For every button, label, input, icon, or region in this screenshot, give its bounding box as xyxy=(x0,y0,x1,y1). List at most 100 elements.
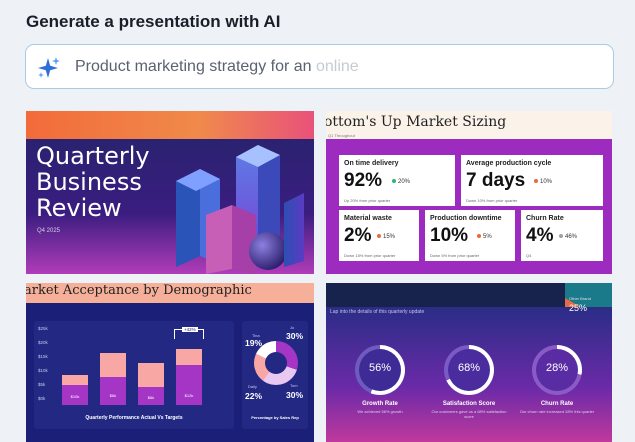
kpi-note: Down 5% from prior quarter xyxy=(430,253,480,258)
prompt-ghost-text: online xyxy=(316,58,359,75)
growth-badge: +42% xyxy=(182,327,198,332)
chart-title: Quarterly Performance Actual Vs Targets xyxy=(85,415,183,421)
ring-value: 28% xyxy=(545,362,569,374)
bar: $12k xyxy=(176,349,202,405)
bar-target xyxy=(176,349,202,365)
kpi-label: Production downtime xyxy=(430,215,502,222)
down-indicator-icon xyxy=(534,179,538,184)
card-date: Q4 2025 xyxy=(37,228,61,234)
kpi-card: On time delivery 92% 20% Up 20% from pri… xyxy=(339,155,455,206)
up-indicator-icon xyxy=(392,179,396,184)
bar-label: $6k xyxy=(147,395,155,400)
kpi-change: 10% xyxy=(534,179,552,185)
card-title-line-2: Business xyxy=(36,168,142,196)
kpi-value: 2% xyxy=(344,225,372,246)
bar-actual xyxy=(100,377,126,405)
donut-chart-panel: Tina 19% Daily 22% Jo 30% Tom 30% Percen… xyxy=(242,321,308,429)
card-title-line-3: Review xyxy=(36,194,122,222)
kpi-panel: On time delivery 92% 20% Up 20% from pri… xyxy=(326,139,612,274)
bar: $6k xyxy=(138,363,164,405)
ring-note: We achieved 56% growth xyxy=(357,409,403,414)
ring-label: Growth Rate xyxy=(362,401,398,407)
3d-shapes-illustration xyxy=(176,145,304,274)
template-card-growth-metrics[interactable]: Lap into the details of this quarterly u… xyxy=(326,283,612,442)
card-heading: arket Acceptance by Demographic xyxy=(26,283,252,298)
y-tick-label: $10k xyxy=(38,368,48,373)
card-subtitle: Lap into the details of this quarterly u… xyxy=(330,309,425,315)
card-title-line-1: Quarterly xyxy=(36,142,150,170)
kpi-change: 20% xyxy=(392,179,410,185)
donut-hole xyxy=(265,352,287,374)
kpi-change: 5% xyxy=(477,234,492,240)
card-title: Quarterly Business Review xyxy=(36,143,150,221)
card-heading: ottom's Up Market Sizing xyxy=(326,114,507,130)
kpi-change: 46% xyxy=(559,234,577,240)
down-indicator-icon xyxy=(477,234,481,239)
template-card-quarterly-review[interactable]: Quarterly Business Review Q4 2025 xyxy=(26,111,314,274)
ring-note: Our churn rate increased 28% this quarte… xyxy=(519,409,595,414)
y-tick-label: $25k xyxy=(38,326,48,331)
kpi-card: Churn Rate 4% 46% Q4 xyxy=(521,210,603,261)
kpi-card: Material waste 2% 15% Down 15% from prio… xyxy=(339,210,419,261)
kpi-change-value: 15% xyxy=(383,234,396,240)
kpi-label: Average production cycle xyxy=(466,160,552,167)
kpi-label: Material waste xyxy=(344,215,392,222)
prompt-typed-text: Product marketing strategy for an xyxy=(75,58,316,75)
donut-title: Percentage by Sales Rep xyxy=(251,415,299,420)
kpi-change-value: 46% xyxy=(565,234,578,240)
ring-label: Churn Rate xyxy=(540,401,574,407)
ring-value: 68% xyxy=(457,362,481,374)
donut-label: Tom xyxy=(290,383,298,388)
ring-label: Satisfaction Score xyxy=(442,401,496,407)
kpi-note: Down 10% from prior quarter xyxy=(466,198,518,203)
other-brand-value: 25% xyxy=(569,303,588,313)
bar-target xyxy=(62,375,88,385)
bar-label: $10k xyxy=(70,394,80,399)
ring-value: 56% xyxy=(368,362,392,374)
kpi-card: Average production cycle 7 days 10% Down… xyxy=(461,155,603,206)
sparkle-icon xyxy=(38,57,60,78)
bar-label: $6k xyxy=(109,393,117,398)
bar: $10k xyxy=(62,375,88,405)
bar-target xyxy=(138,363,164,387)
kpi-change: 15% xyxy=(377,234,395,240)
kpi-note: Up 20% from prior quarter xyxy=(344,198,391,203)
other-brand-label: Other Brand xyxy=(569,296,591,301)
donut-value: 22% xyxy=(245,391,263,401)
kpi-card: Production downtime 10% 5% Down 5% from … xyxy=(425,210,515,261)
kpi-label: On time delivery xyxy=(344,160,399,167)
bar-chart-panel: $25k $20k $15k $10k $5k $0k +42% $10k $6… xyxy=(34,321,234,429)
kpi-value: 92% xyxy=(344,170,383,191)
template-card-market-sizing[interactable]: ottom's Up Market Sizing Q1 Throughout O… xyxy=(326,111,612,274)
kpi-note: Down 15% from prior quarter xyxy=(344,253,396,258)
kpi-value: 4% xyxy=(526,225,554,246)
donut-value: 30% xyxy=(286,331,304,341)
y-tick-label: $20k xyxy=(38,340,48,345)
bar-actual xyxy=(176,365,202,405)
prompt-text: Product marketing strategy for an online xyxy=(75,58,359,76)
ring-note: Our customers gave us a 68% satisfaction… xyxy=(431,409,507,419)
kpi-note: Q4 xyxy=(526,253,532,258)
y-tick-label: $5k xyxy=(38,382,46,387)
card-subtitle: Q1 Throughout xyxy=(328,133,355,138)
kpi-value: 10% xyxy=(430,225,469,246)
bar: $6k xyxy=(100,353,126,405)
kpi-label: Churn Rate xyxy=(526,215,564,222)
donut-label: Daily xyxy=(248,384,257,389)
progress-ring: 56% xyxy=(355,345,405,395)
bar-target xyxy=(100,353,126,377)
y-tick-label: $0k xyxy=(38,396,46,401)
progress-ring: 68% xyxy=(444,345,494,395)
kpi-value: 7 days xyxy=(466,170,526,191)
donut-value: 30% xyxy=(286,390,304,400)
y-tick-label: $15k xyxy=(38,354,48,359)
neutral-indicator-icon xyxy=(559,234,563,239)
donut-value: 19% xyxy=(245,338,263,348)
bar-label: $12k xyxy=(184,393,194,398)
page-title: Generate a presentation with AI xyxy=(26,12,281,31)
template-card-market-acceptance[interactable]: arket Acceptance by Demographic $25k $20… xyxy=(26,283,314,442)
card-top-band xyxy=(26,111,314,139)
prompt-input[interactable]: Product marketing strategy for an online xyxy=(25,44,614,89)
kpi-change-value: 10% xyxy=(540,179,553,185)
donut-label: Jo xyxy=(290,325,295,330)
